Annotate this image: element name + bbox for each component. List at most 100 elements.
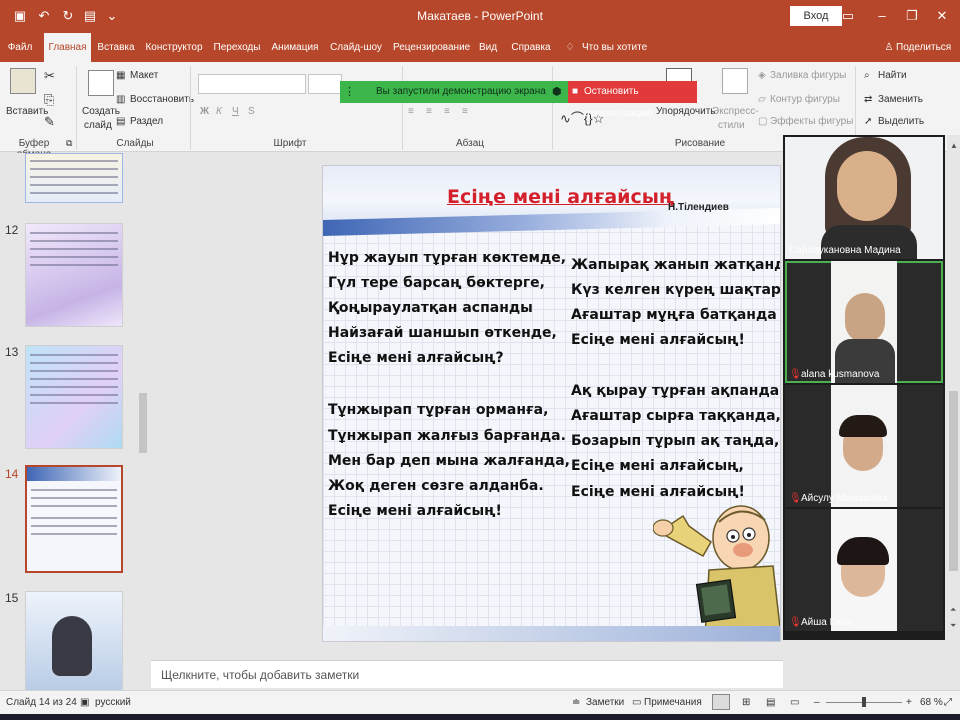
shape-effects-button[interactable]: Эффекты фигуры (770, 116, 853, 127)
poem-line[interactable]: Есіңе мені алғайсың! (571, 332, 745, 348)
slide-thumbnail-12[interactable] (25, 223, 123, 327)
copy-icon[interactable]: ⎘ (44, 92, 54, 108)
poem-line[interactable]: Нұр жауып тұрған көктемде, (328, 250, 566, 266)
notes-placeholder[interactable]: Щелкните, чтобы добавить заметки (161, 668, 359, 682)
poem-line[interactable]: Ағаштар сырға таққанда, (571, 408, 780, 424)
tab-transitions[interactable]: Переходы (212, 33, 262, 62)
font-name-input[interactable] (198, 74, 306, 94)
justify-icon[interactable]: ≡ (462, 106, 468, 117)
bold-button[interactable]: Ж (200, 106, 209, 117)
slideshow-view-icon[interactable]: ▭ (790, 697, 799, 708)
comments-button[interactable]: Примечания (644, 697, 702, 708)
section-button[interactable]: Раздел (130, 116, 163, 127)
tab-animations[interactable]: Анимация (270, 33, 320, 62)
poem-line[interactable]: Ақ қырау тұрған ақпанда, (571, 383, 780, 399)
poem-line[interactable]: Қоңыраулатқан аспанды (328, 300, 533, 316)
poem-line[interactable]: Гүл тере барсаң бөктерге, (328, 275, 545, 291)
next-slide-icon[interactable]: ⏷ (950, 621, 956, 631)
slide-author[interactable]: Н.Тілендиев (668, 202, 729, 213)
poem-line[interactable]: Бозарып тұрып ақ таңда, (571, 433, 779, 449)
ribbon-display-icon[interactable]: ▭ (838, 6, 858, 26)
zoom-out-icon[interactable]: – (814, 697, 820, 708)
tab-review[interactable]: Рецензирование (393, 33, 470, 62)
tab-help[interactable]: Справка (510, 33, 552, 62)
poem-line[interactable]: Есіңе мені алғайсың! (328, 503, 502, 519)
replace-icon[interactable]: ⇄ (864, 94, 872, 105)
zoom-level[interactable]: 68 % (920, 697, 943, 708)
scroll-thumb[interactable] (139, 393, 147, 453)
format-painter-icon[interactable]: ✎ (44, 114, 55, 130)
poem-line[interactable]: Тұнжырап тұрған орманға, (328, 402, 548, 418)
underline-button[interactable]: Ч (232, 106, 239, 117)
zoom-in-icon[interactable]: + (906, 697, 912, 708)
find-button[interactable]: Найти (878, 70, 907, 81)
shape-fill-button[interactable]: Заливка фигуры (770, 70, 846, 81)
poem-line[interactable]: Күз келген күрең шақтарда, (571, 282, 780, 298)
tab-view[interactable]: Вид (475, 33, 501, 62)
reading-view-icon[interactable]: ▤ (766, 697, 775, 708)
poem-line[interactable]: Мен бар деп мына жалғанда, (328, 453, 570, 469)
scroll-up-icon[interactable]: ▲ (950, 141, 958, 150)
editor-scrollbar[interactable]: ▲ ⏶ ⏷ (947, 135, 960, 640)
notes-button[interactable]: Заметки (586, 697, 624, 708)
paste-button[interactable]: Вставить (6, 106, 48, 117)
find-icon[interactable]: ⌕ (864, 70, 870, 81)
replace-button[interactable]: Заменить (878, 94, 923, 105)
participant-tile[interactable]: 🎙 alana kusmanova (785, 261, 943, 383)
reset-button[interactable]: Восстановить (130, 94, 194, 105)
language-indicator[interactable]: русский (95, 697, 131, 708)
notes-pane[interactable]: Щелкните, чтобы добавить заметки (151, 660, 783, 688)
comments-icon[interactable]: ▭ (632, 697, 641, 708)
poem-line[interactable]: Тұнжырап жалғыз барғанда. (328, 428, 566, 444)
restore-icon[interactable]: ❐ (902, 6, 922, 26)
tab-home[interactable]: Главная (44, 33, 91, 62)
tab-file[interactable]: Файл (2, 33, 38, 62)
reset-icon[interactable]: ▥ (116, 94, 125, 105)
spellcheck-icon[interactable]: ▣ (80, 697, 89, 708)
select-button[interactable]: Выделить (878, 116, 924, 127)
poem-line[interactable]: Ағаштар мұңға батқанда (571, 307, 777, 323)
prev-slide-icon[interactable]: ⏶ (950, 605, 956, 615)
slide-sorter-icon[interactable]: ⊞ (742, 697, 750, 708)
tab-slideshow[interactable]: Слайд-шоу (328, 33, 384, 62)
shape-outline-icon[interactable]: ▱ (758, 94, 766, 105)
align-center-icon[interactable]: ≡ (426, 106, 432, 117)
slide-thumbnail-11[interactable] (25, 153, 123, 203)
slide-thumbnail-15[interactable] (25, 591, 123, 695)
participant-tile[interactable]: 🎙 Айсулу Мамашева (785, 385, 943, 507)
paste-icon[interactable] (10, 68, 36, 94)
signin-button[interactable]: Вход (790, 6, 842, 26)
layout-button[interactable]: Макет (130, 70, 158, 81)
poem-line[interactable]: Найзағай шаншып өткенде, (328, 325, 557, 341)
close-icon[interactable]: ✕ (932, 6, 952, 26)
notes-icon[interactable]: ≐ (572, 697, 580, 708)
slide-thumbnail-14[interactable] (25, 465, 123, 573)
participant-tile[interactable]: Сайлаукановна Мадина (785, 137, 943, 259)
new-slide-button[interactable]: Создать (82, 106, 120, 117)
align-left-icon[interactable]: ≡ (408, 106, 414, 117)
shape-fill-icon[interactable]: ◈ (758, 70, 766, 81)
stop-share-button[interactable]: ■ Остановить демонстрацию (568, 81, 697, 119)
section-icon[interactable]: ▤ (116, 116, 125, 127)
clipboard-launcher-icon[interactable]: ⧉ (66, 138, 72, 149)
current-slide[interactable]: Есіңе мені алғайсың Н.Тілендиев Нұр жауы… (322, 165, 781, 642)
poem-line[interactable]: Жоқ деген сөзге алданба. (328, 478, 544, 494)
shape-effects-icon[interactable]: ▢ (758, 116, 767, 127)
slide-title[interactable]: Есіңе мені алғайсың (447, 186, 674, 208)
normal-view-button[interactable] (712, 694, 730, 710)
select-icon[interactable]: ➚ (864, 116, 872, 127)
fit-to-window-icon[interactable]: ⤢ (944, 697, 952, 708)
minimize-icon[interactable]: – (872, 6, 892, 26)
quick-styles-icon[interactable] (722, 68, 748, 94)
zoom-slider-thumb[interactable] (862, 697, 866, 707)
tab-insert[interactable]: Вставка (96, 33, 136, 62)
poem-line[interactable]: Есіңе мені алғайсың? (328, 350, 504, 366)
participant-tile[interactable]: 🎙 Айша Гали (785, 509, 943, 631)
tell-me-field[interactable]: Что вы хотите сделать? (582, 33, 682, 82)
align-right-icon[interactable]: ≡ (444, 106, 450, 117)
share-button[interactable]: Поделиться (896, 33, 951, 62)
tab-design[interactable]: Конструктор (145, 33, 203, 62)
italic-button[interactable]: К (216, 106, 222, 117)
quick-styles-button[interactable]: Экспресс- (712, 106, 759, 117)
layout-icon[interactable]: ▦ (116, 70, 125, 81)
